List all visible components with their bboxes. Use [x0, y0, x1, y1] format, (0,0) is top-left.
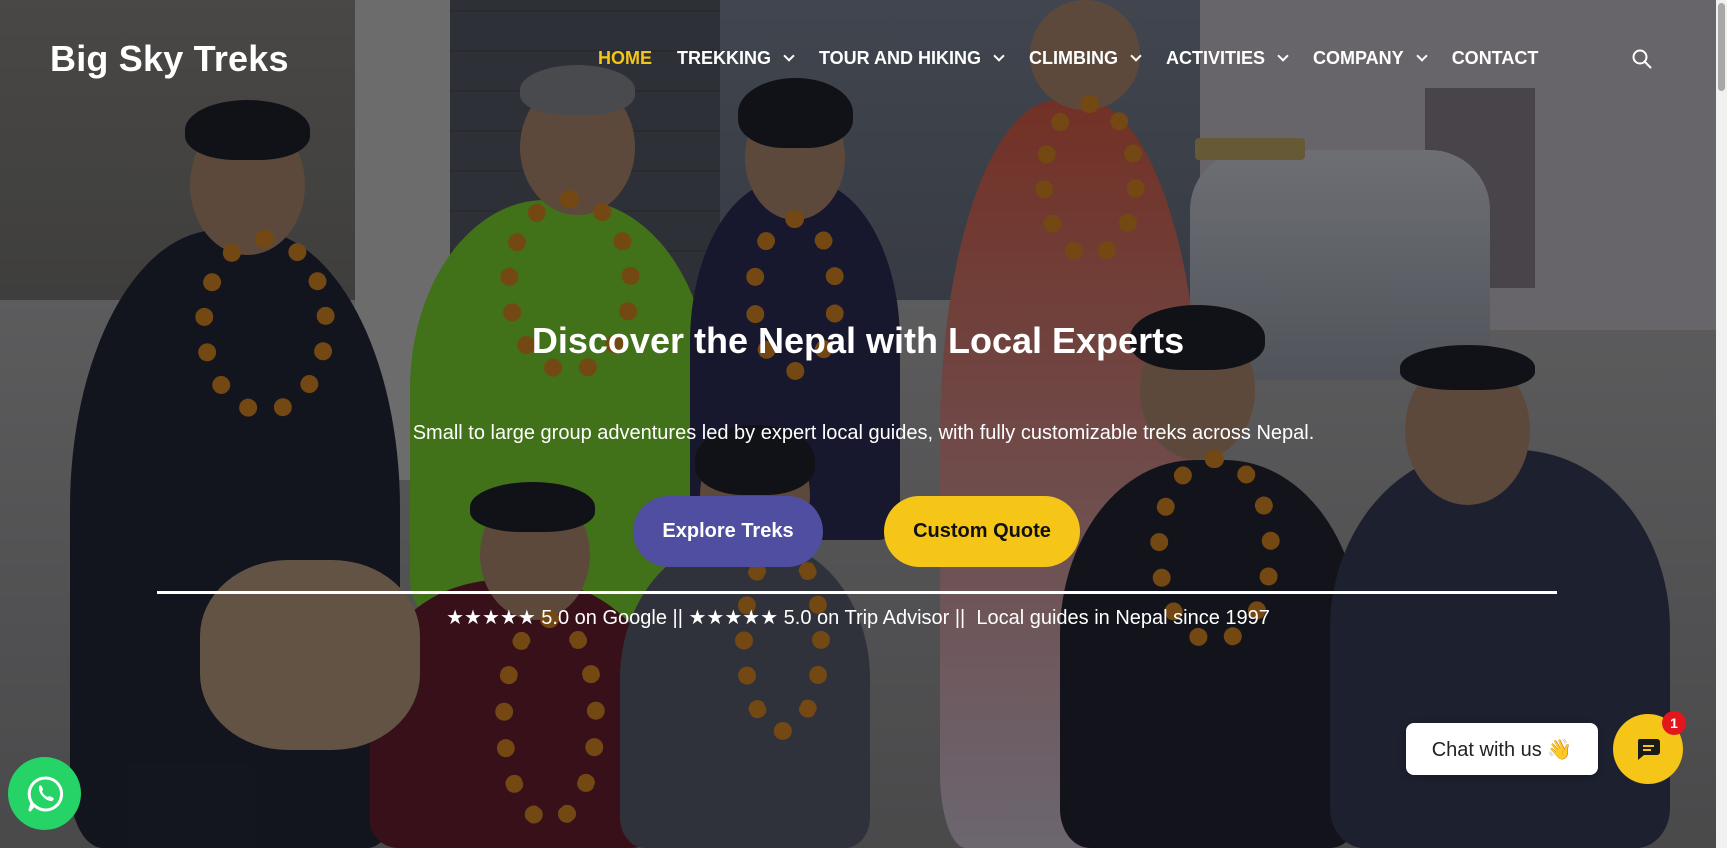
nav-trekking-label: TREKKING [677, 48, 771, 68]
nav-company[interactable]: COMPANY [1313, 48, 1428, 69]
nav-contact[interactable]: CONTACT [1452, 48, 1539, 69]
whatsapp-icon [27, 775, 63, 811]
chevron-down-icon [1130, 50, 1142, 62]
nav-climbing[interactable]: CLIMBING [1029, 48, 1142, 69]
chat-with-us-label: Chat with us 👋 [1431, 738, 1573, 761]
hero-divider [157, 591, 1557, 594]
nav-trekking[interactable]: TREKKING [677, 48, 795, 69]
nav-home[interactable]: HOME [598, 48, 652, 69]
chevron-down-icon [1277, 50, 1289, 62]
chat-icon [1637, 739, 1660, 760]
chat-with-us-bubble[interactable]: Chat with us 👋 [1406, 723, 1598, 775]
chat-notification-badge: 1 [1662, 711, 1686, 735]
ratings-strip: ★★★★★ 5.0 on Google || ★★★★★ 5.0 on Trip… [446, 607, 1270, 629]
chevron-down-icon [1416, 50, 1428, 62]
nav-home-label: HOME [598, 48, 652, 68]
page-scrollbar[interactable] [1716, 0, 1727, 848]
site-logo[interactable]: Big Sky Treks [50, 38, 289, 80]
nav-activities[interactable]: ACTIVITIES [1166, 48, 1289, 69]
hero-headline: Discover the Nepal with Local Experts [531, 320, 1185, 361]
main-nav: HOME TREKKING TOUR AND HIKING CLIMBING A… [598, 48, 1538, 69]
chevron-down-icon [783, 50, 795, 62]
hero-subline: Small to large group adventures led by e… [412, 422, 1315, 444]
custom-quote-label: Custom Quote [913, 520, 1051, 542]
nav-contact-label: CONTACT [1451, 48, 1539, 68]
explore-treks-button[interactable]: Explore Treks [633, 496, 823, 567]
whatsapp-button[interactable] [8, 757, 81, 830]
nav-tour-and-hiking[interactable]: TOUR AND HIKING [819, 48, 1005, 69]
search-icon[interactable] [1632, 49, 1652, 69]
explore-treks-label: Explore Treks [662, 520, 794, 542]
nav-activities-label: ACTIVITIES [1166, 48, 1266, 68]
scrollbar-thumb[interactable] [1718, 3, 1725, 91]
custom-quote-button[interactable]: Custom Quote [884, 496, 1080, 567]
chevron-down-icon [993, 50, 1005, 62]
nav-tour-and-hiking-label: TOUR AND HIKING [819, 48, 981, 68]
nav-company-label: COMPANY [1313, 48, 1404, 68]
nav-climbing-label: CLIMBING [1029, 48, 1118, 68]
